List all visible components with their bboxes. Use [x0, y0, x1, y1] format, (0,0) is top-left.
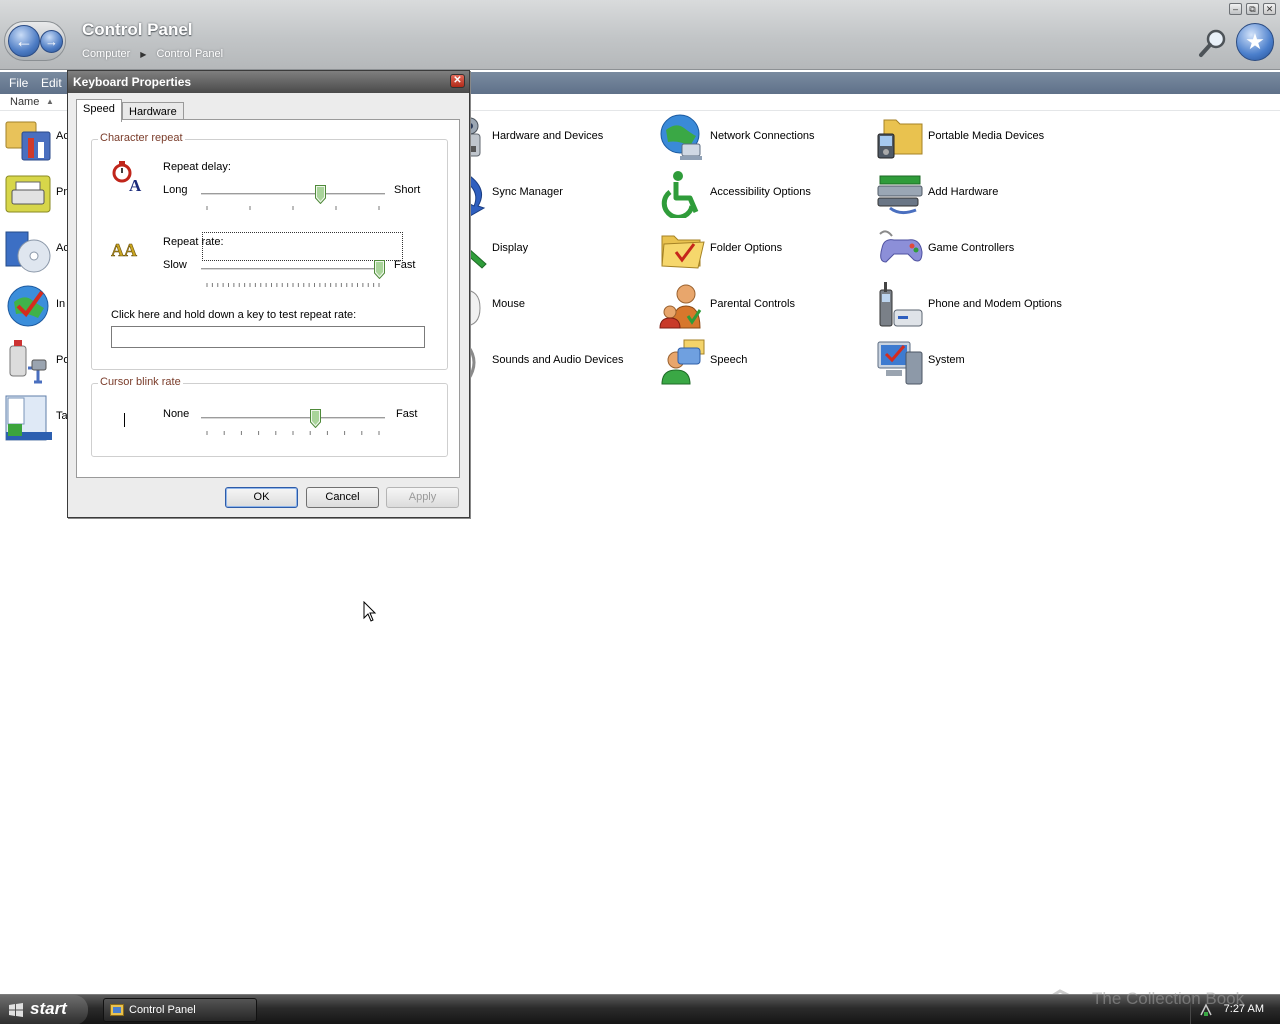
breadcrumb-separator-icon[interactable]: ▶ — [140, 50, 146, 59]
minimize-button[interactable]: – — [1229, 3, 1242, 15]
test-repeat-label: Click here and hold down a key to test r… — [111, 309, 357, 321]
start-button[interactable]: start — [0, 995, 88, 1024]
cp-item-folder-options[interactable]: Folder Options — [658, 226, 868, 278]
character-repeat-label: Character repeat — [98, 132, 185, 144]
phone-modem-icon — [879, 282, 923, 327]
repeat-delay-track[interactable] — [201, 193, 385, 196]
mouse-pointer-icon — [363, 601, 377, 622]
cursor-preview-icon — [124, 413, 125, 427]
dialog-title-bar[interactable]: Keyboard Properties ✕ — [68, 71, 469, 93]
test-repeat-input[interactable] — [111, 326, 425, 348]
speech-icon — [661, 339, 705, 385]
taskbar-start-menu-icon[interactable] — [4, 394, 52, 442]
ok-button[interactable]: OK — [225, 487, 298, 508]
admin-tools-icon[interactable] — [4, 114, 52, 162]
cp-item-network-connections[interactable]: Network Connections — [658, 114, 868, 166]
menu-edit[interactable]: Edit — [41, 76, 62, 90]
parental-controls-icon — [659, 284, 702, 329]
repeat-rate-ticks — [206, 283, 380, 287]
dialog-close-icon[interactable]: ✕ — [450, 74, 465, 88]
breadcrumb-control-panel[interactable]: Control Panel — [156, 48, 223, 60]
window-title: Control Panel — [82, 20, 193, 39]
control-panel-icon — [110, 1004, 124, 1016]
cp-item-phone-and-modem-options[interactable]: Phone and Modem Options — [876, 282, 1086, 334]
back-button[interactable]: ← — [8, 25, 40, 57]
repeat-delay-icon: A — [112, 161, 142, 194]
repeat-rate-thumb[interactable] — [374, 260, 385, 279]
watermark-text: The Collection Book — [1092, 989, 1245, 1008]
cancel-button[interactable]: Cancel — [306, 487, 379, 508]
cp-item-parental-controls[interactable]: Parental Controls — [658, 282, 868, 334]
breadcrumb-computer[interactable]: Computer — [82, 48, 130, 60]
power-options-icon[interactable] — [4, 338, 52, 386]
cursor-blink-thumb[interactable] — [309, 409, 321, 428]
cp-item-game-controllers[interactable]: Game Controllers — [876, 226, 1086, 278]
breadcrumb: Computer ▶ Control Panel — [82, 48, 223, 60]
tab-speed[interactable]: Speed — [76, 99, 122, 122]
network-connections-icon — [660, 114, 702, 160]
repeat-delay-label: Repeat delay: — [163, 161, 231, 173]
windows-logo-icon — [9, 1003, 23, 1017]
keyboard-properties-dialog: Keyboard Properties ✕ Speed Hardware Cha… — [67, 70, 470, 518]
search-icon[interactable] — [1198, 28, 1228, 58]
repeat-delay-thumb[interactable] — [315, 185, 327, 204]
repeat-rate-max-label: Fast — [394, 259, 416, 271]
cursor-blink-ticks — [206, 431, 380, 435]
taskbar-item-control-panel[interactable]: Control Panel — [103, 998, 257, 1022]
repeat-delay-min-label: Long — [163, 184, 188, 196]
repeat-rate-icon: AA — [111, 240, 137, 260]
cp-item-accessibility-options[interactable]: Accessibility Options — [658, 170, 868, 222]
portable-media-icon — [877, 119, 923, 159]
printers-icon[interactable] — [4, 170, 52, 218]
left-item-label[interactable]: In — [56, 298, 65, 310]
internet-options-icon[interactable] — [4, 282, 52, 330]
cp-item-system[interactable]: System — [876, 338, 1086, 390]
navigation-buttons: ← → — [4, 21, 66, 61]
forward-button[interactable]: → — [40, 30, 63, 53]
repeat-delay-ticks — [206, 206, 380, 210]
system-icon — [877, 341, 923, 385]
apply-button[interactable]: Apply — [386, 487, 459, 508]
add-hardware-icon — [877, 175, 923, 215]
svg-text:AA: AA — [111, 240, 137, 260]
repeat-delay-focus — [202, 232, 403, 261]
close-window-button[interactable]: ✕ — [1263, 3, 1276, 15]
cursor-blink-label: Cursor blink rate — [98, 376, 183, 388]
sort-ascending-icon: ▲ — [46, 97, 54, 106]
cp-item-speech[interactable]: Speech — [658, 338, 868, 390]
svg-text:A: A — [129, 176, 142, 194]
left-item-label[interactable]: Pr — [56, 186, 67, 198]
cp-item-display[interactable]: Display — [440, 226, 650, 278]
cp-item-sounds-and-audio-devices[interactable]: Sounds and Audio Devices — [440, 338, 650, 390]
cp-item-mouse[interactable]: Mouse — [440, 282, 650, 334]
menu-file[interactable]: File — [9, 76, 28, 90]
explorer-header: ← → Control Panel Computer ▶ Control Pan… — [0, 0, 1280, 70]
taskbar: start Control Panel 7:27 AM — [0, 994, 1280, 1024]
folder-options-icon — [661, 235, 705, 269]
cursor-blink-track[interactable] — [201, 417, 385, 420]
favorites-star-icon[interactable]: ★ — [1236, 23, 1274, 61]
accessibility-icon — [661, 171, 699, 218]
cp-item-sync-manager[interactable]: Sync Manager — [440, 170, 650, 222]
cursor-blink-max-label: Fast — [396, 408, 418, 420]
column-name[interactable]: Name — [10, 96, 39, 108]
repeat-rate-min-label: Slow — [163, 259, 187, 271]
repeat-rate-track[interactable] — [201, 268, 385, 271]
repeat-rate-label: Repeat rate: — [163, 236, 224, 248]
left-item-label[interactable]: Ta — [56, 410, 68, 422]
add-remove-programs-icon[interactable] — [4, 226, 52, 274]
repeat-delay-max-label: Short — [394, 184, 421, 196]
cp-item-add-hardware[interactable]: Add Hardware — [876, 170, 1086, 222]
cursor-blink-group: Cursor blink rate — [91, 376, 448, 457]
game-controllers-icon — [879, 230, 923, 263]
cursor-blink-min-label: None — [163, 408, 190, 420]
speed-tab-pane: Character repeat A Repeat delay: Long Sh… — [76, 119, 460, 478]
start-label: start — [30, 999, 67, 1018]
cp-item-portable-media-devices[interactable]: Portable Media Devices — [876, 114, 1086, 166]
dialog-title: Keyboard Properties — [73, 75, 192, 89]
cp-item-hardware-and-devices[interactable]: Hardware and Devices — [440, 114, 650, 166]
restore-button[interactable]: ⧉ — [1246, 3, 1259, 15]
